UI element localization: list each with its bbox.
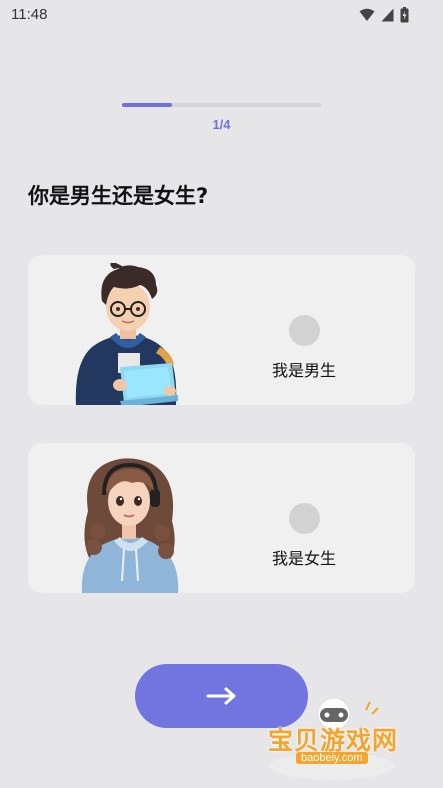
battery-icon [400, 7, 409, 23]
watermark-logo: 宝贝游戏网 baobeiy.com [262, 696, 412, 782]
radio-female[interactable] [289, 503, 320, 534]
wifi-icon [359, 8, 375, 21]
cell-signal-icon [381, 8, 394, 22]
arrow-right-icon [206, 687, 235, 705]
option-label-male: 我是男生 [272, 361, 337, 380]
status-icons [359, 6, 409, 24]
question-title: 你是男生还是女生? [28, 184, 209, 208]
radio-male[interactable] [289, 315, 320, 346]
girl-avatar [81, 458, 179, 593]
progress-step-label: 1/4 [212, 117, 231, 132]
option-male[interactable]: 我是男生 [28, 255, 415, 405]
status-time: 11:48 [11, 6, 48, 23]
watermark-url: baobeiy.com [296, 752, 368, 764]
boy-avatar [75, 263, 178, 405]
progress-bar-fill [122, 103, 172, 107]
status-bar: 11:48 [0, 0, 443, 30]
progress-bar [122, 103, 321, 107]
option-label-female: 我是女生 [272, 549, 337, 568]
option-female[interactable]: 我是女生 [28, 443, 415, 593]
